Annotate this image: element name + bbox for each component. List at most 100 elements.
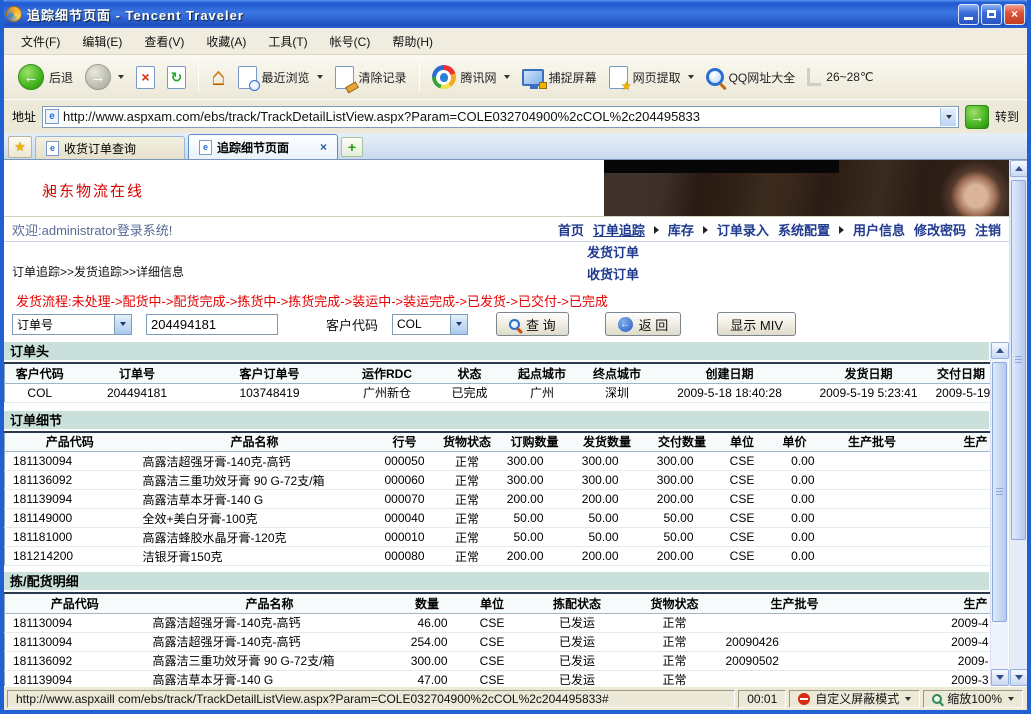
cell: 300.00 — [645, 452, 720, 471]
title-bar: 追踪细节页面 - Tencent Traveler × — [0, 0, 1031, 28]
inner-scrollbar-thumb[interactable] — [992, 362, 1007, 622]
show-miv-button[interactable]: 显示 MIV — [717, 312, 796, 336]
cell: 50.00 — [645, 509, 720, 528]
return-label: 返 回 — [639, 315, 669, 334]
page-extract-button[interactable]: ★ 网页提取 — [603, 63, 700, 92]
return-button[interactable]: ← 返 回 — [605, 312, 682, 336]
browser-scroll-down-button[interactable] — [1010, 669, 1027, 686]
back-icon: ← — [18, 64, 44, 90]
tencent-site-button[interactable]: 腾讯网 — [426, 62, 516, 92]
tab-receiving-order-query[interactable]: e 收货订单查询 — [35, 136, 185, 159]
capture-screen-button[interactable]: 捕捉屏幕 — [516, 66, 603, 89]
minimize-button[interactable] — [958, 4, 979, 25]
column-header: 单位 — [720, 432, 765, 452]
cell — [920, 547, 990, 566]
back-button[interactable]: ← 后退 — [12, 61, 79, 93]
stop-icon: × — [136, 66, 155, 89]
qq-sites-button[interactable]: QQ网址大全 — [700, 65, 802, 89]
nav-user-info[interactable]: 用户信息 — [853, 220, 905, 239]
order-header-table: 客户代码订单号客户订单号运作RDC状态起点城市终点城市创建日期发货日期交付日期 … — [4, 362, 990, 403]
menu-tools[interactable]: 工具(T) — [257, 29, 318, 54]
table-row: 181130094高露洁超强牙膏-140克-高钙46.00CSE已发运正常200… — [5, 613, 990, 632]
browser-scroll-up-button[interactable] — [1010, 160, 1027, 177]
section-title-order-header: 订单头 — [4, 342, 989, 362]
browser-scrollbar-thumb[interactable] — [1011, 180, 1026, 540]
refresh-button[interactable]: ↻ — [161, 63, 192, 92]
clear-history-button[interactable]: 清除记录 — [329, 63, 413, 92]
table-header-row: 产品代码产品名称行号货物状态订购数量发货数量交付数量单位单价生产批号生产 — [5, 432, 990, 452]
new-tab-button[interactable]: + — [341, 137, 363, 157]
cell: 181130094 — [5, 452, 135, 471]
recent-history-button[interactable]: 最近浏览 — [232, 63, 329, 92]
cell — [920, 471, 990, 490]
maximize-button[interactable] — [981, 4, 1002, 25]
cell: 50.00 — [645, 528, 720, 547]
zoom-control[interactable]: 缩放100% — [923, 690, 1023, 708]
page-extract-label: 网页提取 — [633, 69, 681, 86]
nav-logout[interactable]: 注销 — [975, 220, 1001, 239]
cell: 高露洁三重功效牙膏 90 G-72支/箱 — [135, 471, 375, 490]
go-button[interactable]: → — [965, 105, 989, 129]
inner-scrollbar[interactable] — [990, 342, 1008, 686]
menu-help[interactable]: 帮助(H) — [381, 29, 444, 54]
order-type-select[interactable]: 订单号 — [12, 314, 132, 335]
nav-order-entry[interactable]: 订单录入 — [717, 220, 769, 239]
weather-label: 26~28℃ — [826, 70, 873, 84]
submenu-shipping-orders[interactable]: 发货订单 — [587, 242, 639, 261]
browser-scrollbar[interactable] — [1009, 160, 1027, 686]
close-button[interactable]: × — [1004, 4, 1025, 25]
address-dropdown-button[interactable] — [940, 108, 956, 126]
forward-button[interactable]: → — [79, 61, 130, 93]
column-header: 起点城市 — [505, 363, 580, 383]
cell: 181139094 — [5, 490, 135, 509]
customer-code-select[interactable]: COL — [392, 314, 468, 335]
inner-scroll-up-button[interactable] — [991, 342, 1009, 359]
menu-favorites[interactable]: 收藏(A) — [195, 29, 257, 54]
cell: 103748419 — [200, 383, 340, 402]
nav-order-tracking[interactable]: 订单追踪 — [593, 220, 645, 239]
cell — [920, 509, 990, 528]
go-arrow-icon: → — [970, 109, 984, 125]
menu-file[interactable]: 文件(F) — [10, 29, 71, 54]
back-label: 后退 — [49, 69, 73, 86]
home-button[interactable]: ⌂ — [205, 62, 232, 92]
column-header: 产品代码 — [5, 593, 145, 613]
capture-screen-icon — [522, 69, 544, 86]
column-header: 客户代码 — [5, 363, 75, 383]
site-title: 昶东物流在线 — [42, 180, 144, 201]
favorites-button[interactable]: ★ — [8, 136, 32, 158]
address-input[interactable] — [63, 109, 940, 124]
block-mode-control[interactable]: 自定义屏蔽模式 — [789, 690, 920, 708]
select-dropdown-button[interactable] — [114, 315, 131, 334]
column-header: 单价 — [765, 432, 825, 452]
cell: 50.00 — [570, 509, 645, 528]
nav-change-password[interactable]: 修改密码 — [914, 220, 966, 239]
nav-home[interactable]: 首页 — [558, 220, 584, 239]
breadcrumb: 订单追踪>>发货追踪>>详细信息 — [12, 263, 184, 280]
tab-close-icon[interactable]: × — [320, 140, 327, 154]
recent-history-label: 最近浏览 — [262, 69, 310, 86]
menu-account[interactable]: 帐号(C) — [319, 29, 382, 54]
order-number-input[interactable] — [146, 314, 278, 335]
cell: 正常 — [435, 547, 500, 566]
tab-page-icon: e — [199, 140, 212, 155]
menu-view[interactable]: 查看(V) — [133, 29, 195, 54]
column-header: 产品名称 — [135, 432, 375, 452]
menu-edit[interactable]: 编辑(E) — [71, 29, 133, 54]
weather-widget[interactable]: 26~28℃ — [801, 65, 879, 89]
submenu-receiving-orders[interactable]: 收货订单 — [587, 264, 639, 283]
nav-inventory[interactable]: 库存 — [668, 220, 694, 239]
toolbar: ← 后退 → × ↻ ⌂ 最近浏览 清除记录 腾讯网 — [4, 55, 1027, 99]
inner-scroll-down-button[interactable] — [991, 669, 1009, 686]
cell: 全效+美白牙膏-100克 — [135, 509, 375, 528]
tab-tracking-detail[interactable]: e 追踪细节页面 × — [188, 134, 338, 159]
column-header: 生产批号 — [825, 432, 920, 452]
tab-label: 收货订单查询 — [64, 140, 136, 157]
column-header: 单位 — [460, 593, 525, 613]
search-button[interactable]: 查 询 — [496, 312, 569, 336]
stop-button[interactable]: × — [130, 63, 161, 92]
weather-icon — [807, 68, 821, 86]
column-header: 运作RDC — [340, 363, 435, 383]
nav-system-config[interactable]: 系统配置 — [778, 220, 830, 239]
select-dropdown-button[interactable] — [450, 315, 467, 334]
